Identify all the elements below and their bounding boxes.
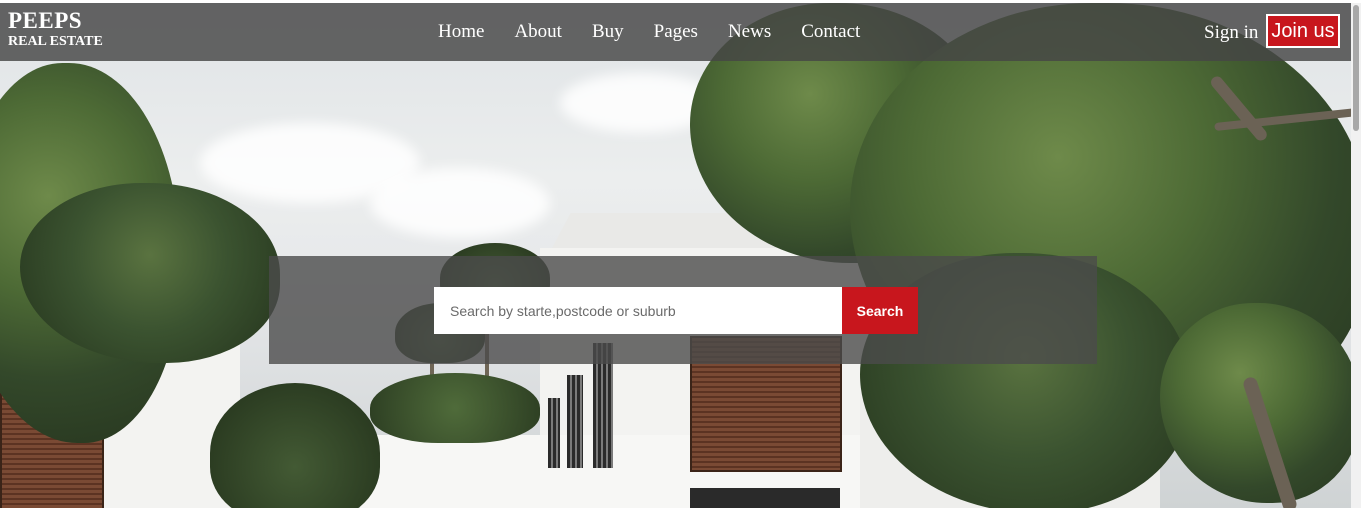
nav-link-news[interactable]: News bbox=[728, 21, 771, 43]
sign-in-link[interactable]: Sign in bbox=[1204, 22, 1258, 44]
nav-link-home[interactable]: Home bbox=[438, 21, 484, 43]
search-input[interactable] bbox=[434, 287, 842, 334]
nav-links: Home About Buy Pages News Contact bbox=[438, 21, 890, 43]
bottom-strip bbox=[0, 508, 1361, 515]
nav-link-about[interactable]: About bbox=[514, 21, 562, 43]
top-navbar: PEEPS REAL ESTATE Home About Buy Pages N… bbox=[0, 3, 1351, 61]
nav-link-pages[interactable]: Pages bbox=[654, 21, 698, 43]
brand-subtitle: REAL ESTATE bbox=[8, 34, 103, 49]
brand-name: PEEPS bbox=[8, 8, 83, 33]
nav-link-buy[interactable]: Buy bbox=[592, 21, 624, 43]
search-button[interactable]: Search bbox=[842, 287, 918, 334]
join-us-button[interactable]: Join us bbox=[1266, 14, 1340, 48]
nav-link-contact[interactable]: Contact bbox=[801, 21, 860, 43]
brand-logo[interactable]: PEEPS REAL ESTATE bbox=[8, 9, 103, 49]
scrollbar-thumb[interactable] bbox=[1353, 5, 1359, 131]
page-scrollbar[interactable] bbox=[1351, 3, 1361, 508]
